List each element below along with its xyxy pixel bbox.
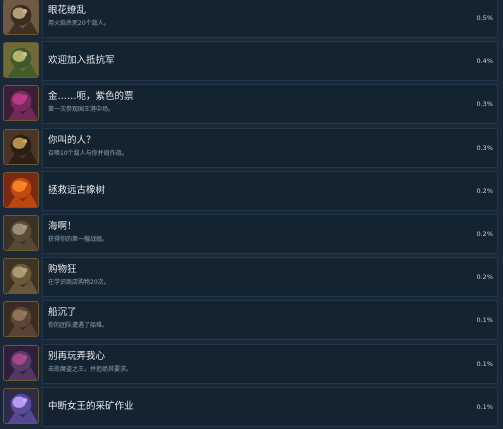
- unlock-percentage: 0.1%: [476, 316, 493, 325]
- achievement-row[interactable]: 购物狂在学识商店购物20次。 0.2%: [0, 255, 503, 299]
- achievement-description: 击败魔盗之王，并拒绝其要求。: [48, 365, 133, 373]
- sunken-ship-icon: [3, 301, 39, 338]
- achievement-description: 在学识商店购物20次。: [48, 279, 110, 287]
- achievement-row[interactable]: 别再玩弄我心击败魔盗之王，并拒绝其要求。 0.1%: [0, 342, 503, 386]
- rebel-soldier-icon: [3, 42, 39, 79]
- achievement-title: 中断女王的采矿作业: [48, 400, 134, 412]
- unlock-percentage: 0.2%: [476, 230, 493, 238]
- ship-icon: [3, 215, 39, 251]
- unlock-percentage: 0.2%: [476, 186, 493, 195]
- unlock-percentage: 0.4%: [476, 57, 493, 66]
- achievement-description: 用火焰杀死20个敌人。: [48, 20, 110, 27]
- achievement-row[interactable]: 中断女王的采矿作业 0.1%: [0, 385, 503, 429]
- treasure-chest-icon: [3, 258, 39, 295]
- achievement-panel: 金……呃，紫色的票第一次参观国王港中场。 0.3%: [42, 84, 498, 125]
- achievement-row[interactable]: 眼花缭乱用火焰杀死20个敌人。 0.5%: [0, 0, 503, 40]
- unlock-percentage: 0.2%: [476, 273, 493, 282]
- achievement-title: 你叫的人？: [48, 134, 96, 146]
- achievement-panel: 中断女王的采矿作业 0.1%: [42, 386, 498, 427]
- achievement-panel: 海啊！ 获得你的第一艘战舰。 0.2%: [42, 214, 498, 254]
- achievement-title: 金……呃，紫色的票: [48, 91, 134, 103]
- achievement-panel: 眼花缭乱用火焰杀死20个敌人。 0.5%: [42, 0, 498, 38]
- achievement-description: 召唤10个敌人与你并肩作战。: [48, 149, 128, 157]
- unlock-percentage: 0.5%: [476, 14, 493, 22]
- achievement-row[interactable]: 欢迎加入抵抗军 0.4%: [0, 39, 503, 83]
- flower-monster-icon: [3, 0, 39, 35]
- achievement-row[interactable]: 海啊！ 获得你的第一艘战舰。 0.2%: [0, 212, 503, 256]
- fiery-oak-icon: [3, 171, 39, 208]
- achievement-row[interactable]: 你叫的人？ 召唤10个敌人与你并肩作战。 0.3%: [0, 126, 503, 170]
- achievement-description: 你的团队遭遇了船难。: [48, 322, 109, 330]
- achievement-title: 别再玩弄我心: [48, 350, 106, 362]
- achievement-panel: 船沉了你的团队遭遇了船难。 0.1%: [42, 300, 498, 341]
- unlock-percentage: 0.1%: [476, 402, 493, 411]
- achievement-title: 船沉了: [48, 307, 77, 319]
- achievement-title: 购物狂: [48, 264, 77, 276]
- achievement-description: 获得你的第一艘战舰。: [48, 236, 109, 243]
- achievement-panel: 欢迎加入抵抗军 0.4%: [42, 41, 498, 82]
- achievement-panel: 别再玩弄我心击败魔盗之王，并拒绝其要求。 0.1%: [42, 343, 498, 384]
- bell-icon: [3, 128, 39, 165]
- unlock-percentage: 0.1%: [476, 359, 493, 368]
- achievement-title: 眼花缭乱: [48, 5, 87, 16]
- achievement-description: 第一次参观国王港中场。: [48, 106, 115, 114]
- achievement-title: 海啊！: [48, 221, 77, 232]
- purple-ticket-icon: [3, 85, 39, 122]
- achievement-panel: 你叫的人？ 召唤10个敌人与你并肩作战。 0.3%: [42, 127, 498, 168]
- achievement-title: 拯救远古橡树: [48, 184, 106, 196]
- crystal-mine-icon: [3, 387, 39, 424]
- unlock-percentage: 0.3%: [476, 143, 493, 152]
- achievement-title: 欢迎加入抵抗军: [48, 55, 115, 67]
- achievement-row[interactable]: 金……呃，紫色的票第一次参观国王港中场。 0.3%: [0, 82, 503, 126]
- demon-queen-icon: [3, 344, 39, 381]
- achievement-row[interactable]: 船沉了你的团队遭遇了船难。 0.1%: [0, 298, 503, 342]
- unlock-percentage: 0.3%: [476, 100, 493, 109]
- achievement-panel: 购物狂在学识商店购物20次。 0.2%: [42, 257, 498, 298]
- achievement-row[interactable]: 拯救远古橡树 0.2%: [0, 169, 503, 213]
- achievement-panel: 拯救远古橡树 0.2%: [42, 170, 498, 211]
